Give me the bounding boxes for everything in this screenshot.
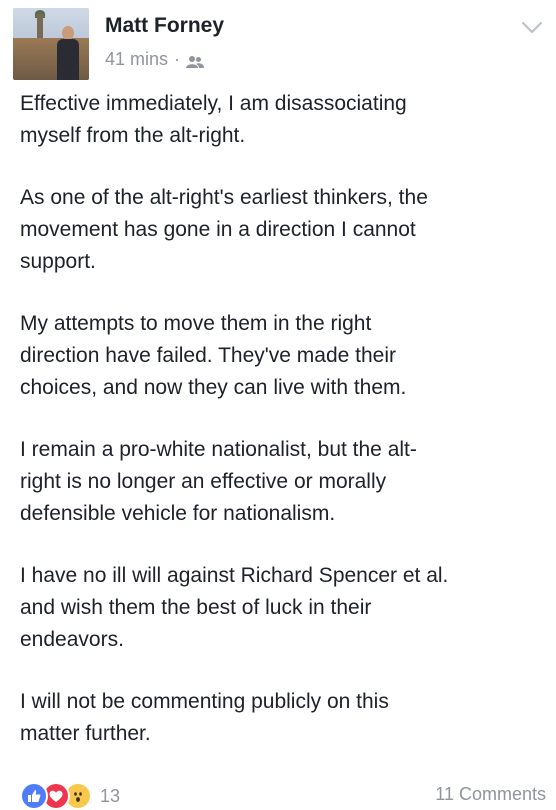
post-meta: 41 mins · xyxy=(105,49,205,70)
post-timestamp[interactable]: 41 mins xyxy=(105,49,168,70)
chevron-down-icon[interactable] xyxy=(521,20,543,36)
reactions-summary[interactable]: 13 xyxy=(20,782,120,810)
post-footer: 13 11 Comments xyxy=(20,782,546,810)
author-name[interactable]: Matt Forney xyxy=(105,14,224,38)
post-paragraph-1: Effective immediately, I am disassociati… xyxy=(20,92,407,147)
post-paragraph-6: I will not be commenting publicly on thi… xyxy=(20,690,389,745)
facebook-post: Matt Forney 41 mins · Effective immediat… xyxy=(0,0,556,810)
avatar[interactable] xyxy=(13,8,89,80)
post-paragraph-4: I remain a pro-white nationalist, but th… xyxy=(20,438,417,525)
post-paragraph-3: My attempts to move them in the right di… xyxy=(20,312,407,399)
reaction-count: 13 xyxy=(100,785,121,806)
like-icon xyxy=(20,782,48,810)
meta-separator: · xyxy=(174,49,181,69)
post-paragraph-5: I have no ill will against Richard Spenc… xyxy=(20,564,449,651)
post-paragraph-2: As one of the alt-right's earliest think… xyxy=(20,186,428,273)
post-body: Effective immediately, I am disassociati… xyxy=(20,88,540,780)
friends-icon[interactable] xyxy=(186,53,205,68)
comments-count[interactable]: 11 Comments xyxy=(435,784,546,805)
post-header: Matt Forney 41 mins · xyxy=(13,8,543,80)
